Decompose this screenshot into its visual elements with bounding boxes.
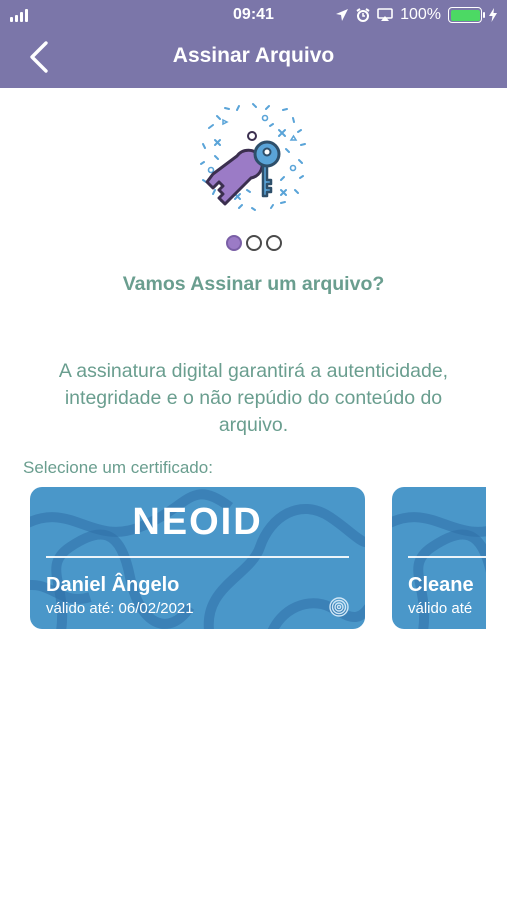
certificate-holder: Cleane bbox=[408, 574, 474, 596]
keys-icon bbox=[200, 103, 306, 211]
pager-dot bbox=[265, 235, 282, 251]
card-divider bbox=[46, 556, 349, 558]
pager-dots bbox=[0, 235, 507, 251]
card-divider bbox=[408, 556, 486, 558]
top-bar: 09:41 100% Assinar Arquivo bbox=[0, 0, 507, 88]
pager-dot bbox=[245, 235, 262, 251]
status-bar: 09:41 100% bbox=[0, 0, 507, 32]
select-certificate-label: Selecione um certificado: bbox=[23, 458, 213, 477]
certificate-validity: válido até: 06/02/2021 bbox=[46, 600, 194, 617]
certificate-card[interactable]: NEOID Daniel Ângelo válido até: 06/02/20… bbox=[30, 487, 365, 629]
charging-icon bbox=[489, 8, 497, 22]
pager-dot-active bbox=[225, 235, 242, 251]
page-title: Assinar Arquivo bbox=[172, 44, 335, 67]
fingerprint-icon bbox=[329, 597, 349, 617]
screen-mirror-icon bbox=[377, 8, 393, 21]
certificate-holder: Daniel Ângelo bbox=[46, 574, 180, 596]
neoid-logo: NEOID bbox=[132, 501, 263, 543]
certificate-carousel[interactable]: NEOID Daniel Ângelo válido até: 06/02/20… bbox=[30, 487, 486, 629]
location-icon bbox=[336, 9, 349, 21]
alarm-icon bbox=[356, 8, 370, 22]
battery-percent: 100% bbox=[400, 6, 441, 23]
battery-icon bbox=[448, 7, 485, 23]
certificate-validity: válido até bbox=[408, 600, 473, 617]
description: A assinatura digital garantirá a autenti… bbox=[58, 360, 449, 436]
certificate-card[interactable]: Cleane válido até bbox=[392, 487, 486, 629]
headline: Vamos Assinar um arquivo? bbox=[122, 273, 385, 295]
